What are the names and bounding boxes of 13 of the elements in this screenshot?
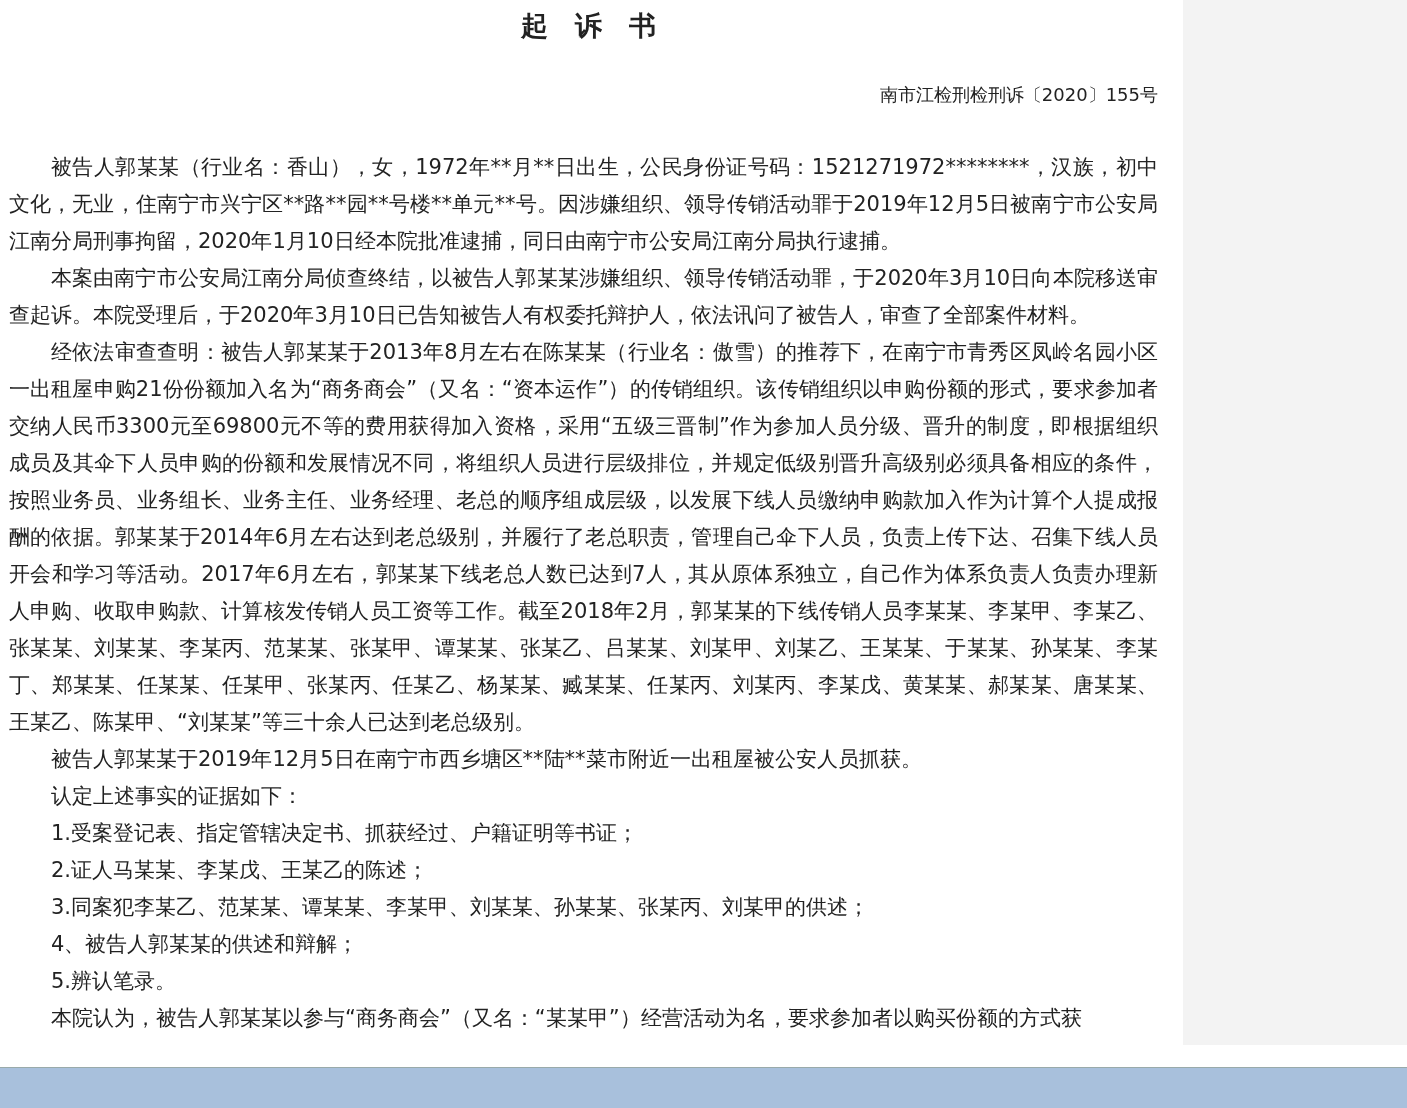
paragraph: 5.辨认笔录。 bbox=[50, 968, 178, 995]
paragraph: 3.同案犯李某乙、范某某、谭某某、李某甲、刘某某、孙某某、张某丙、刘某甲的供述； bbox=[50, 894, 871, 921]
case-number: 南市江检刑检刑诉〔2020〕155号 bbox=[878, 83, 1158, 107]
paragraph: 本院认为，被告人郭某某以参与“商务商会”（又名：“某某甲”）经营活动为名，要求参加者以购买份额的方式获 bbox=[50, 1005, 1083, 1032]
paragraph: 被告人郭某某（行业名：香山），女，1972年**月**日出生，公民身份证号码：1521271972********，汉族，初中文化，无业，住南宁市兴宁区**路**园**号楼**单元**号。因涉嫌组织、领导传销活动罪于2019年12月5日被南宁市公安局江南分局刑事拘留，2020年1月10日经本院批准逮捕，同日由南宁市公安局江南分局执行逮捕。 bbox=[9, 154, 1158, 255]
paragraph: 本案由南宁市公安局江南分局侦查终结，以被告人郭某某涉嫌组织、领导传销活动罪，于2020年3月10日向本院移送审查起诉。本院受理后，于2020年3月10日已告知被告人有权委托辩护人，依法讯问了被告人，审查了全部案件材料。 bbox=[9, 265, 1158, 329]
document-title: 起 诉 书 bbox=[520, 9, 657, 43]
paragraph: 认定上述事实的证据如下： bbox=[50, 783, 304, 810]
paragraph: 1.受案登记表、指定管辖决定书、抓获经过、户籍证明等书证； bbox=[50, 820, 640, 847]
paragraph: 2.证人马某某、李某戊、王某乙的陈述； bbox=[50, 857, 430, 884]
paragraph: 4、被告人郭某某的供述和辩解； bbox=[50, 931, 360, 958]
paragraph: 被告人郭某某于2019年12月5日在南宁市西乡塘区**陆**菜市附近一出租屋被公安人员抓获。 bbox=[50, 746, 923, 773]
paragraph: 经依法审查查明：被告人郭某某于2013年8月左右在陈某某（行业名：傲雪）的推荐下，在南宁市青秀区凤岭名园小区一出租屋申购21份份额加入名为“商务商会”（又名：“资本运作”）的传销组织。该传销组织以申购份额的形式，要求参加者交纳人民币3300元至69800元不等的费用获得加入资格，采用“五级三晋制”作为参加人员分级、晋升的制度，即根据组织成员及其伞下人员申购的份额和发展情况不同，将组织人员进行层级排位，并规定低级别晋升高级别必须具备相应的条件，按照业务员、业务组长、业务主任、业务经理、老总的顺序组成层级，以发展下线人员缴纳申购款加入作为计算个人提成报酬的依据。郭某某于2014年6月左右达到老总级别，并履行了老总职责，管理自己伞下人员，负责上传下达、召集下线人员开会和学习等活动。2017年6月左右，郭某某下线老总人数已达到7人，其从原体系独立，自己作为体系负责人负责办理新人申购、收取申购款、计算核发传销人员工资等工作。截至2018年2月，郭某某的下线传销人员李某某、李某甲、李某乙、张某某、刘某某、李某丙、范某某、张某甲、谭某某、张某乙、吕某某、刘某甲、刘某乙、王某某、于某某、孙某某、李某丁、郑某某、任某某、任某甲、张某丙、任某乙、杨某某、臧某某、任某丙、刘某丙、李某戊、黄某某、郝某某、唐某某、王某乙、陈某甲、“刘某某”等三十余人已达到老总级别。 bbox=[9, 339, 1158, 736]
